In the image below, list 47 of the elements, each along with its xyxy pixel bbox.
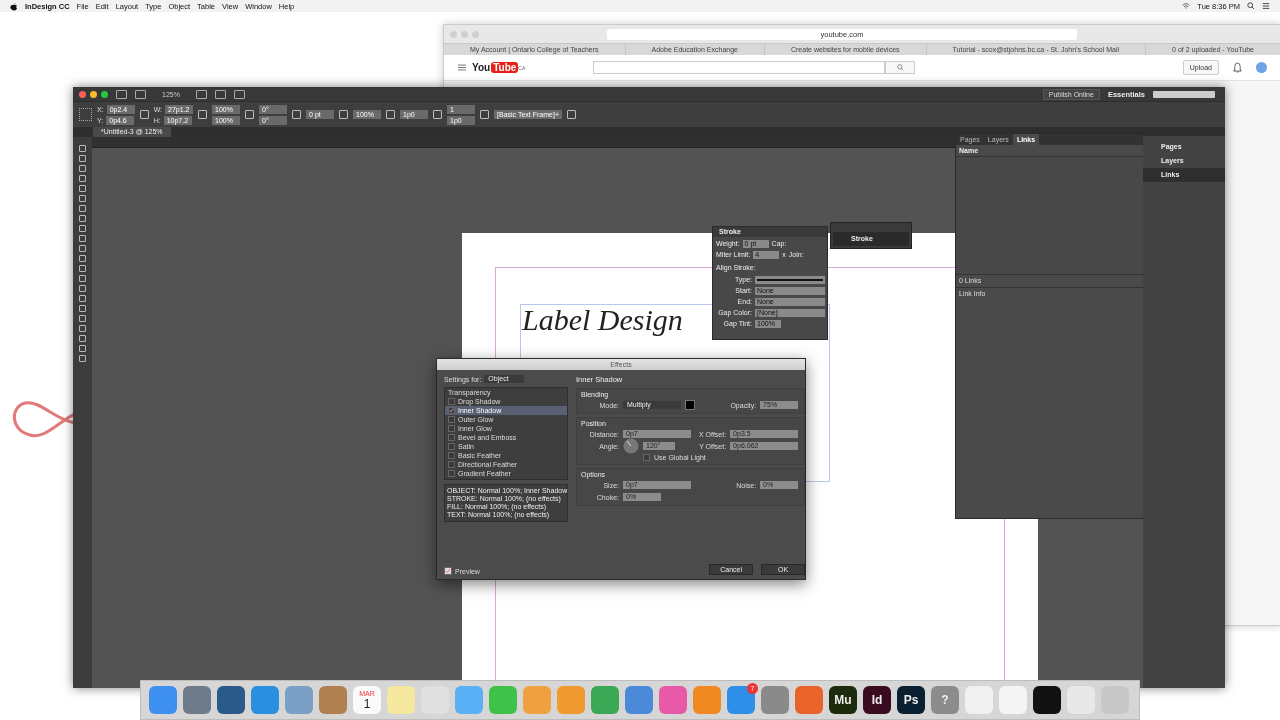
checkbox[interactable] bbox=[448, 398, 455, 405]
toolbar-icon[interactable] bbox=[116, 89, 127, 99]
stroke-type-dropdown[interactable] bbox=[755, 275, 825, 284]
checkbox[interactable] bbox=[448, 461, 455, 468]
search-field[interactable] bbox=[593, 61, 886, 74]
apple-icon[interactable] bbox=[10, 1, 18, 11]
menu-icon[interactable] bbox=[458, 64, 466, 71]
checkbox[interactable] bbox=[448, 407, 455, 414]
avatar[interactable] bbox=[1256, 62, 1267, 73]
angle-dial[interactable] bbox=[623, 438, 639, 454]
toolbar-icon[interactable] bbox=[433, 110, 443, 119]
reference-point-icon[interactable] bbox=[79, 108, 92, 121]
checkbox[interactable] bbox=[448, 434, 455, 441]
zoom-button[interactable] bbox=[101, 90, 108, 98]
toolbar-icon[interactable] bbox=[386, 110, 396, 119]
checkbox[interactable] bbox=[448, 425, 455, 432]
toolbar-icon[interactable] bbox=[233, 89, 245, 99]
toolbar-icon[interactable] bbox=[339, 110, 349, 119]
search-field[interactable] bbox=[1153, 90, 1215, 98]
checkbox[interactable] bbox=[643, 453, 650, 461]
checkbox[interactable] bbox=[448, 452, 455, 459]
menu-icon[interactable] bbox=[1262, 2, 1270, 10]
checkbox[interactable] bbox=[448, 443, 455, 450]
search-icon[interactable] bbox=[1247, 2, 1255, 10]
toolbar-icon[interactable] bbox=[480, 110, 490, 119]
app-icon[interactable]: Mu bbox=[829, 686, 857, 714]
page-text: Label Design bbox=[522, 303, 683, 337]
checkbox[interactable] bbox=[448, 416, 455, 423]
close-button[interactable] bbox=[79, 90, 86, 98]
app-icon[interactable] bbox=[1033, 686, 1061, 714]
toolbar-icon[interactable] bbox=[292, 110, 302, 119]
checkbox[interactable] bbox=[448, 470, 455, 477]
preview-checkbox[interactable] bbox=[444, 567, 452, 575]
toolbar-icon[interactable] bbox=[195, 89, 207, 99]
app-icon[interactable]: Ps bbox=[897, 686, 925, 714]
toolbar-icon[interactable] bbox=[135, 89, 146, 99]
toolbar-icon[interactable] bbox=[567, 110, 576, 119]
toolbar-icon[interactable] bbox=[198, 110, 208, 119]
bell-icon[interactable] bbox=[1233, 62, 1242, 73]
toolbar-icon[interactable] bbox=[214, 89, 226, 99]
minimize-button[interactable] bbox=[90, 90, 97, 98]
app-icon[interactable]: Id bbox=[863, 686, 891, 714]
search-icon bbox=[896, 64, 904, 71]
color-swatch[interactable] bbox=[685, 400, 695, 410]
toolbar-icon[interactable] bbox=[245, 110, 255, 119]
wifi-icon[interactable] bbox=[1182, 2, 1191, 10]
toolbar-icon[interactable] bbox=[139, 110, 149, 119]
